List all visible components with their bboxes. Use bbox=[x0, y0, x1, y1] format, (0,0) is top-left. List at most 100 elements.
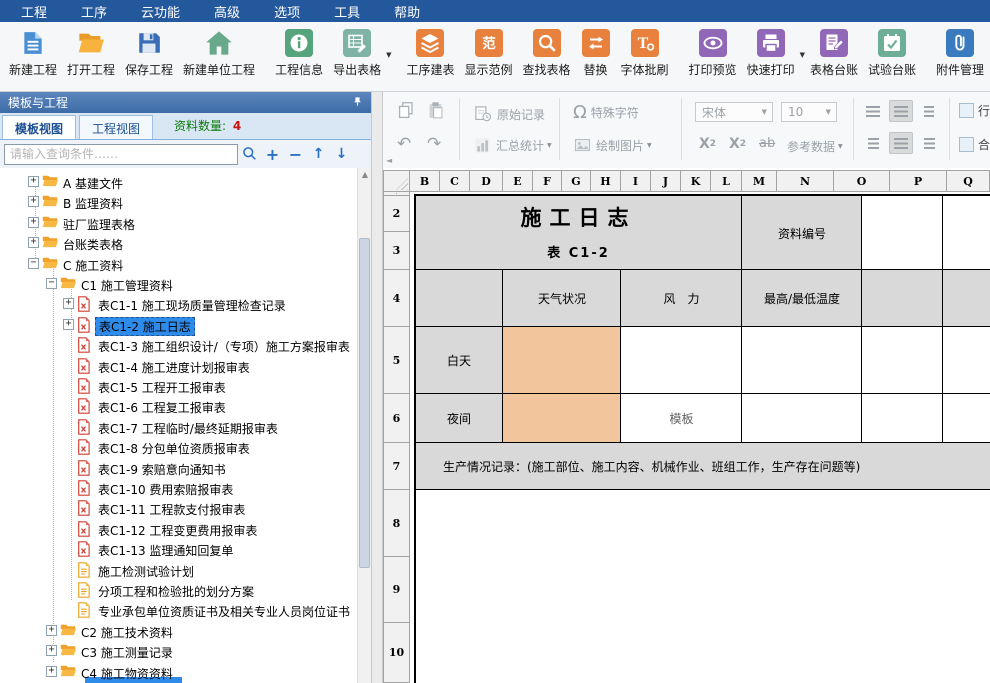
tree-item[interactable]: 表C1-10 费用索赔报审表 bbox=[0, 478, 357, 498]
scroll-left-icon[interactable]: ◄ bbox=[386, 156, 392, 165]
tree-scrollbar[interactable]: ▲ bbox=[357, 168, 371, 683]
row-header[interactable]: 5 bbox=[383, 327, 410, 394]
column-header[interactable]: K bbox=[681, 170, 711, 192]
tab-project-view[interactable]: 工程视图 bbox=[79, 115, 153, 139]
next-result-icon[interactable]: ↓ bbox=[330, 146, 353, 162]
tree-item[interactable]: 表C1-4 施工进度计划报审表 bbox=[0, 356, 357, 376]
tree-item[interactable]: +表C1-1 施工现场质量管理检查记录 bbox=[0, 294, 357, 314]
tree-item[interactable]: +B 监理资料 bbox=[0, 192, 357, 212]
tree-item[interactable]: + C4 施工物资资料 bbox=[0, 662, 357, 682]
tree-item-label[interactable]: 表C1-8 分包单位资质报审表 bbox=[95, 439, 253, 458]
superscript-button[interactable]: X2 bbox=[699, 136, 716, 152]
tree-item[interactable]: 表C1-13 监理通知回复单 bbox=[0, 539, 357, 559]
save-project-button[interactable]: 保存工程 bbox=[120, 27, 178, 79]
print-preview-button[interactable]: 打印预览 bbox=[684, 27, 742, 79]
table-ledger-button[interactable]: 表格台账 bbox=[805, 27, 863, 79]
font-family-select[interactable]: 宋体▼ bbox=[695, 102, 773, 122]
column-header[interactable]: B bbox=[410, 170, 440, 192]
new-unit-project-button[interactable]: 新建单位工程 bbox=[178, 27, 260, 79]
column-header[interactable]: I bbox=[621, 170, 651, 192]
column-header[interactable]: F bbox=[533, 170, 562, 192]
process-table-button[interactable]: 工序建表 bbox=[401, 27, 459, 79]
tree-item-label[interactable]: 表C1-1 施工现场质量管理检查记录 bbox=[95, 296, 289, 315]
tree-item[interactable]: +表C1-2 施工日志 bbox=[0, 315, 357, 335]
search-icon[interactable] bbox=[238, 144, 261, 165]
collapse-all-icon[interactable]: − bbox=[284, 145, 307, 164]
menu-item[interactable]: 工序 bbox=[64, 0, 124, 23]
tree-item-label[interactable]: 表C1-7 工程临时/最终延期报审表 bbox=[95, 419, 281, 438]
tree-item-label[interactable]: C 施工资料 bbox=[60, 256, 126, 275]
tree-item[interactable]: +A 基建文件 bbox=[0, 172, 357, 192]
collapse-icon[interactable]: − bbox=[28, 258, 39, 269]
show-example-button[interactable]: 范显示范例 bbox=[460, 27, 518, 79]
tree-item-label[interactable]: 表C1-10 费用索赔报审表 bbox=[95, 480, 236, 499]
strikethrough-button[interactable]: ab bbox=[759, 136, 775, 151]
menu-item[interactable]: 工具 bbox=[317, 0, 377, 23]
tree-item-label[interactable]: 表C1-11 工程款支付报审表 bbox=[95, 500, 248, 519]
pin-icon[interactable] bbox=[352, 96, 363, 110]
row-header-1-collapsed[interactable]: · bbox=[383, 192, 410, 196]
tree-item[interactable]: 表C1-6 工程复工报审表 bbox=[0, 396, 357, 416]
expand-icon[interactable]: + bbox=[46, 625, 57, 636]
row-header[interactable]: 2 bbox=[383, 196, 410, 232]
align-middle-button[interactable] bbox=[889, 100, 913, 122]
column-header[interactable]: G bbox=[562, 170, 591, 192]
tree-item-label[interactable]: 专业承包单位资质证书及相关专业人员岗位证书 bbox=[95, 602, 353, 621]
align-top-button[interactable] bbox=[861, 100, 885, 122]
tree-item-label[interactable]: C2 施工技术资料 bbox=[78, 623, 176, 642]
subscript-button[interactable]: X2 bbox=[729, 136, 746, 152]
tree-item[interactable]: 表C1-8 分包单位资质报审表 bbox=[0, 437, 357, 457]
column-header[interactable]: P bbox=[890, 170, 947, 192]
merge-cells-button[interactable]: 合 bbox=[959, 136, 990, 153]
dropdown-caret-icon[interactable]: ▼ bbox=[386, 51, 391, 59]
select-all-cell[interactable] bbox=[383, 170, 410, 192]
find-table-button[interactable]: 查找表格 bbox=[518, 27, 576, 79]
tree-item[interactable]: + C2 施工技术资料 bbox=[0, 621, 357, 641]
align-center-button[interactable] bbox=[889, 132, 913, 154]
tab-template-view[interactable]: 模板视图 bbox=[2, 115, 76, 139]
expand-all-icon[interactable]: + bbox=[261, 145, 284, 164]
tree-item-label[interactable]: 施工检测试验计划 bbox=[95, 562, 197, 581]
expand-icon[interactable]: + bbox=[46, 645, 57, 656]
tree-item[interactable]: + 台账类表格 bbox=[0, 233, 357, 253]
menu-item[interactable]: 工程 bbox=[4, 0, 64, 23]
scrollbar-thumb[interactable] bbox=[359, 238, 370, 568]
undo-icon[interactable]: ↶ bbox=[397, 134, 411, 154]
tree-item-label[interactable]: A 基建文件 bbox=[60, 174, 126, 193]
tree-item[interactable]: 施工检测试验计划 bbox=[0, 560, 357, 580]
project-info-button[interactable]: 工程信息 bbox=[270, 27, 328, 79]
tree-item[interactable]: 分项工程和检验批的划分方案 bbox=[0, 580, 357, 600]
tree-item[interactable]: − C 施工资料 bbox=[0, 254, 357, 274]
row-header[interactable]: 4 bbox=[383, 270, 410, 327]
tree-item-label[interactable]: 台账类表格 bbox=[60, 235, 126, 254]
tree-item-label[interactable]: C1 施工管理资料 bbox=[78, 276, 176, 295]
draw-picture-button[interactable]: 绘制图片▼ bbox=[573, 136, 652, 155]
expand-icon[interactable]: + bbox=[46, 666, 57, 677]
tree-item-label[interactable]: C3 施工测量记录 bbox=[78, 643, 176, 662]
menu-item[interactable]: 高级 bbox=[197, 0, 257, 23]
column-header[interactable]: N bbox=[777, 170, 834, 192]
column-header[interactable]: Q bbox=[947, 170, 990, 192]
tree-item-label[interactable]: 表C1-4 施工进度计划报审表 bbox=[95, 358, 253, 377]
attachment-button[interactable]: 附件管理 bbox=[931, 27, 989, 79]
menu-item[interactable]: 云功能 bbox=[124, 0, 197, 23]
tree-item[interactable]: 表C1-3 施工组织设计/（专项）施工方案报审表 bbox=[0, 335, 357, 355]
tree-item[interactable]: −C1 施工管理资料 bbox=[0, 274, 357, 294]
align-right-button[interactable] bbox=[917, 132, 941, 154]
expand-icon[interactable]: + bbox=[28, 237, 39, 248]
tree-item[interactable]: 表C1-7 工程临时/最终延期报审表 bbox=[0, 417, 357, 437]
tree-item-label[interactable]: C4 施工物资资料 bbox=[78, 664, 176, 683]
font-brush-button[interactable]: T字体批刷 bbox=[616, 27, 674, 79]
column-header[interactable]: C bbox=[440, 170, 470, 192]
new-project-button[interactable]: 新建工程 bbox=[4, 27, 62, 79]
replace-button[interactable]: 替换 bbox=[576, 27, 616, 79]
tree-item-label[interactable]: 表C1-9 索赔意向通知书 bbox=[95, 460, 229, 479]
row-header[interactable]: 10 bbox=[383, 623, 410, 683]
paste-icon[interactable] bbox=[425, 100, 447, 122]
copy-icon[interactable] bbox=[395, 100, 417, 122]
column-header[interactable]: M bbox=[742, 170, 777, 192]
column-header[interactable]: E bbox=[503, 170, 533, 192]
tree-item[interactable]: 表C1-9 索赔意向通知书 bbox=[0, 458, 357, 478]
original-record-button[interactable]: 原始记录 bbox=[473, 104, 545, 124]
cell-day-weather[interactable] bbox=[503, 327, 621, 394]
